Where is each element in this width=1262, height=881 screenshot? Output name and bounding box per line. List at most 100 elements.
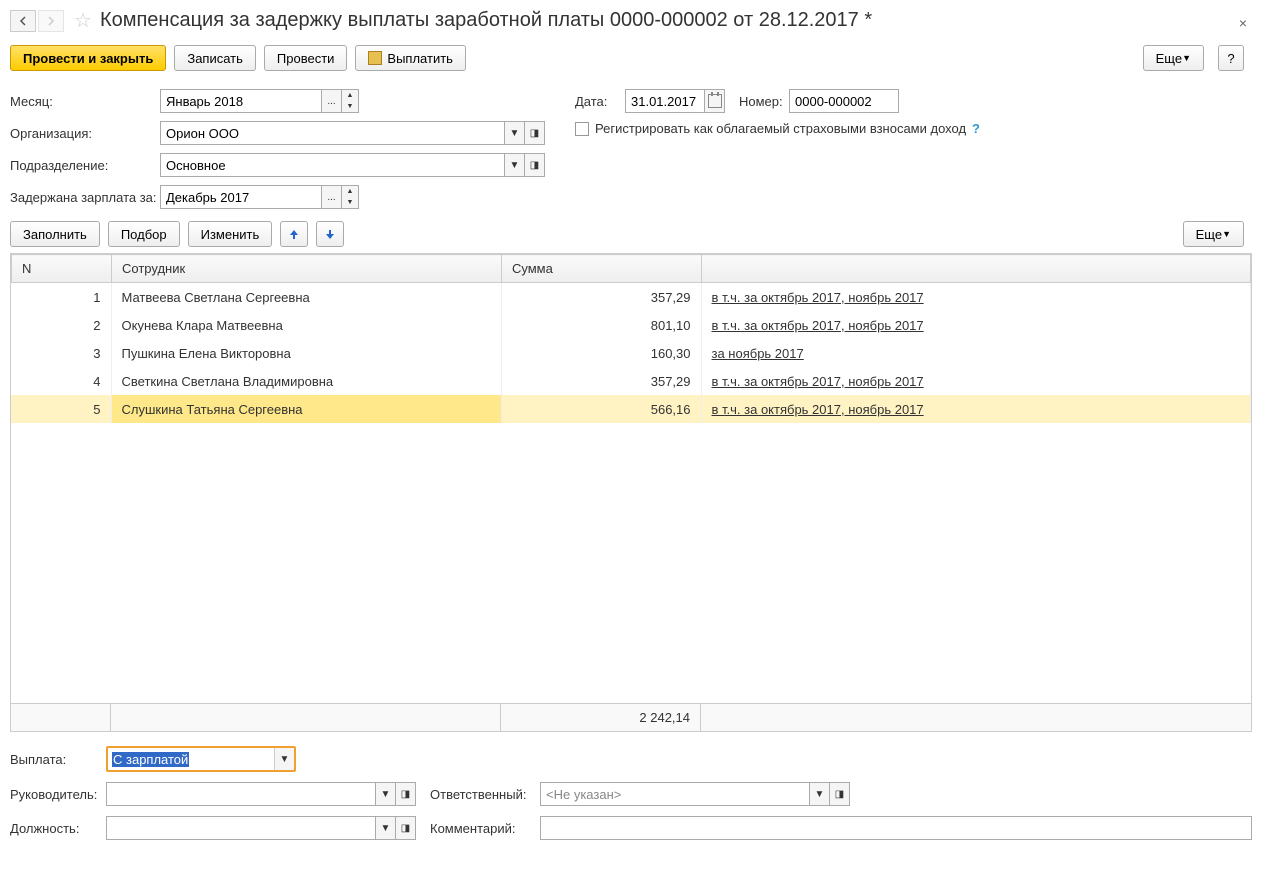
col-header-sum[interactable]: Сумма xyxy=(502,255,702,283)
payout-dropdown-button[interactable]: ▼ xyxy=(274,748,294,770)
cell-n: 2 xyxy=(11,311,111,339)
cell-sum: 801,10 xyxy=(501,311,701,339)
table-row[interactable]: 2Окунева Клара Матвеевна801,10 в т.ч. за … xyxy=(11,311,1251,339)
detail-link[interactable]: в т.ч. за октябрь 2017, ноябрь 2017 xyxy=(712,402,924,417)
org-open-button[interactable]: ◨ xyxy=(525,121,545,145)
date-input[interactable] xyxy=(625,89,705,113)
nav-back-button[interactable] xyxy=(10,10,36,32)
month-input[interactable] xyxy=(160,89,322,113)
move-up-button[interactable] xyxy=(280,221,308,247)
delayed-select-button[interactable]: ... xyxy=(322,185,342,209)
position-dropdown-button[interactable]: ▼ xyxy=(376,816,396,840)
total-sum: 2 242,14 xyxy=(501,704,701,731)
cell-employee: Пушкина Елена Викторовна xyxy=(111,339,501,367)
arrow-left-icon xyxy=(18,16,28,26)
move-down-button[interactable] xyxy=(316,221,344,247)
cell-employee: Матвеева Светлана Сергеевна xyxy=(111,283,501,311)
table-row[interactable]: 3Пушкина Елена Викторовна160,30за ноябрь… xyxy=(11,339,1251,367)
close-icon[interactable]: × xyxy=(1239,15,1247,31)
responsible-open-button[interactable]: ◨ xyxy=(830,782,850,806)
position-label: Должность: xyxy=(10,821,106,836)
table-row[interactable]: 4Светкина Светлана Владимировна357,29в т… xyxy=(11,367,1251,395)
cell-detail: за ноябрь 2017 xyxy=(701,339,1251,367)
delayed-up-button[interactable]: ▲ xyxy=(342,186,358,197)
detail-link[interactable]: в т.ч. за октябрь 2017, ноябрь 2017 xyxy=(712,374,924,389)
date-label: Дата: xyxy=(575,94,625,109)
cell-sum: 357,29 xyxy=(501,283,701,311)
page-title: Компенсация за задержку выплаты заработн… xyxy=(100,9,872,32)
payout-button[interactable]: Выплатить xyxy=(355,45,466,71)
post-button[interactable]: Провести xyxy=(264,45,348,71)
month-down-button[interactable]: ▼ xyxy=(342,101,358,112)
month-select-button[interactable]: ... xyxy=(322,89,342,113)
register-help-icon[interactable]: ? xyxy=(972,121,980,136)
table-row[interactable]: 5Слушкина Татьяна Сергеевна566,16 в т.ч. … xyxy=(11,395,1251,423)
org-dropdown-button[interactable]: ▼ xyxy=(505,121,525,145)
delayed-label: Задержана зарплата за: xyxy=(10,190,160,205)
chevron-down-icon: ▼ xyxy=(1222,229,1231,239)
table-more-button[interactable]: Еще ▼ xyxy=(1183,221,1244,247)
table-total-row: 2 242,14 xyxy=(10,704,1252,732)
responsible-dropdown-button[interactable]: ▼ xyxy=(810,782,830,806)
arrow-up-icon xyxy=(288,228,300,240)
more-button-label: Еще xyxy=(1156,51,1182,66)
dept-dropdown-button[interactable]: ▼ xyxy=(505,153,525,177)
payout-icon xyxy=(368,51,382,65)
cell-detail: в т.ч. за октябрь 2017, ноябрь 2017 xyxy=(701,311,1251,339)
dept-input[interactable] xyxy=(160,153,505,177)
table-more-label: Еще xyxy=(1196,227,1222,242)
number-label: Номер: xyxy=(739,94,789,109)
pick-button[interactable]: Подбор xyxy=(108,221,180,247)
cell-sum: 566,16 xyxy=(501,395,701,423)
payout-button-label: Выплатить xyxy=(387,51,453,66)
cell-employee: Светкина Светлана Владимировна xyxy=(111,367,501,395)
delayed-down-button[interactable]: ▼ xyxy=(342,197,358,208)
cell-employee: Слушкина Татьяна Сергеевна xyxy=(111,395,501,423)
dept-open-button[interactable]: ◨ xyxy=(525,153,545,177)
manager-open-button[interactable]: ◨ xyxy=(396,782,416,806)
position-open-button[interactable]: ◨ xyxy=(396,816,416,840)
manager-dropdown-button[interactable]: ▼ xyxy=(376,782,396,806)
payout-value: С зарплатой xyxy=(112,752,189,767)
edit-button[interactable]: Изменить xyxy=(188,221,273,247)
arrow-right-icon xyxy=(46,16,56,26)
payout-label: Выплата: xyxy=(10,752,106,767)
comment-input[interactable] xyxy=(540,816,1252,840)
col-header-n[interactable]: N xyxy=(12,255,112,283)
responsible-input[interactable] xyxy=(540,782,810,806)
nav-forward-button[interactable] xyxy=(38,10,64,32)
org-label: Организация: xyxy=(10,126,160,141)
post-and-close-button[interactable]: Провести и закрыть xyxy=(10,45,166,71)
col-header-employee[interactable]: Сотрудник xyxy=(112,255,502,283)
cell-n: 1 xyxy=(11,283,111,311)
delayed-input[interactable] xyxy=(160,185,322,209)
more-button[interactable]: Еще ▼ xyxy=(1143,45,1204,71)
position-input[interactable] xyxy=(106,816,376,840)
manager-input[interactable] xyxy=(106,782,376,806)
cell-employee: Окунева Клара Матвеевна xyxy=(111,311,501,339)
date-calendar-button[interactable] xyxy=(705,89,725,113)
detail-link[interactable]: за ноябрь 2017 xyxy=(712,346,804,361)
cell-detail: в т.ч. за октябрь 2017, ноябрь 2017 xyxy=(701,395,1251,423)
fill-button[interactable]: Заполнить xyxy=(10,221,100,247)
org-input[interactable] xyxy=(160,121,505,145)
cell-detail: в т.ч. за октябрь 2017, ноябрь 2017 xyxy=(701,367,1251,395)
help-button[interactable]: ? xyxy=(1218,45,1244,71)
month-up-button[interactable]: ▲ xyxy=(342,90,358,101)
table-row[interactable]: 1Матвеева Светлана Сергеевна357,29 в т.ч.… xyxy=(11,283,1251,311)
cell-detail: в т.ч. за октябрь 2017, ноябрь 2017 xyxy=(701,283,1251,311)
cell-sum: 160,30 xyxy=(501,339,701,367)
cell-n: 5 xyxy=(11,395,111,423)
save-button[interactable]: Записать xyxy=(174,45,256,71)
payout-select[interactable]: С зарплатой ▼ xyxy=(106,746,296,772)
manager-label: Руководитель: xyxy=(10,787,106,802)
register-income-checkbox[interactable] xyxy=(575,122,589,136)
register-income-label: Регистрировать как облагаемый страховыми… xyxy=(595,121,966,136)
detail-link[interactable]: в т.ч. за октябрь 2017, ноябрь 2017 xyxy=(712,318,924,333)
number-input[interactable] xyxy=(789,89,899,113)
responsible-label: Ответственный: xyxy=(430,787,540,802)
detail-link[interactable]: в т.ч. за октябрь 2017, ноябрь 2017 xyxy=(712,290,924,305)
dept-label: Подразделение: xyxy=(10,158,160,173)
favorite-star-icon[interactable]: ☆ xyxy=(74,8,92,33)
col-header-detail[interactable] xyxy=(702,255,1251,283)
